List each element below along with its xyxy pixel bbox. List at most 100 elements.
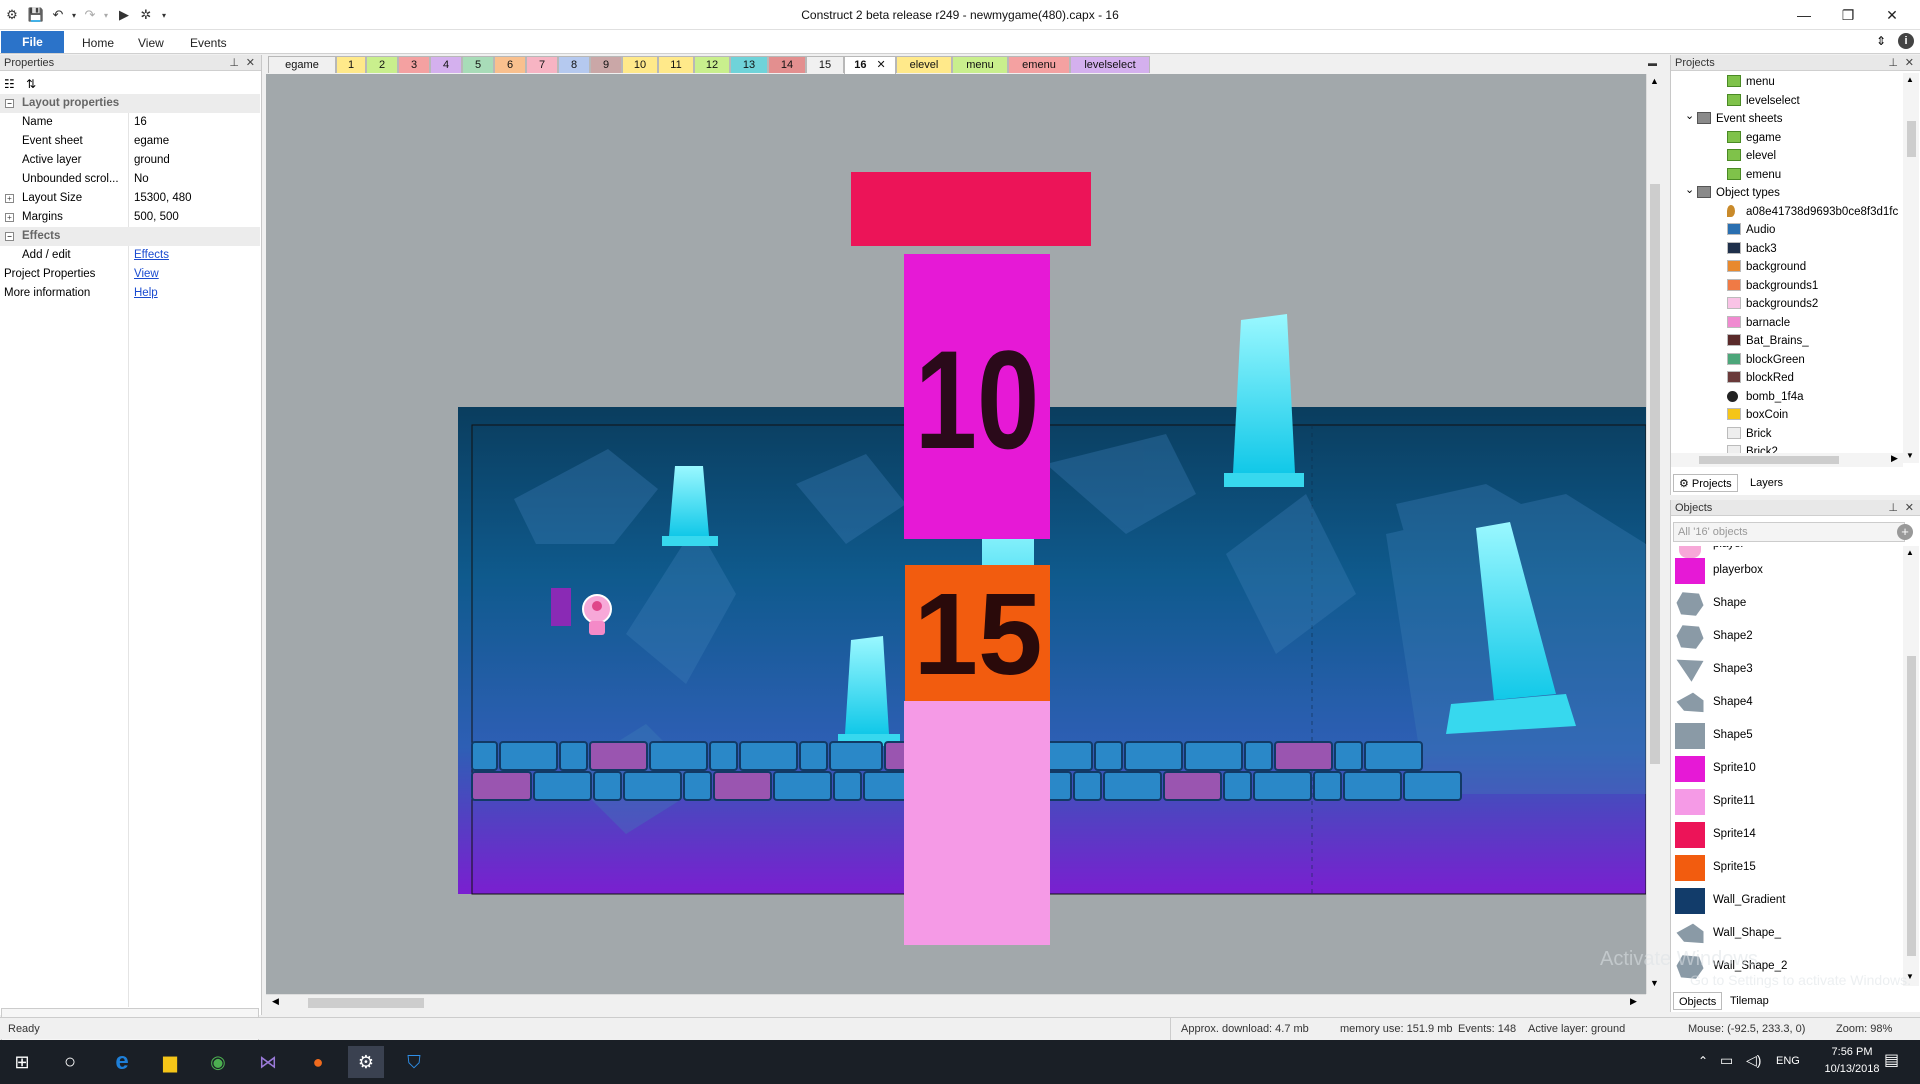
tree-item[interactable]: egame (1727, 129, 1781, 147)
tab-home[interactable]: Home (72, 33, 124, 53)
property-row[interactable]: + Layout Size 15300, 480 (0, 189, 260, 208)
property-row[interactable]: More information Help (0, 284, 260, 303)
tree-item[interactable]: levelselect (1727, 92, 1800, 110)
expand-arrow-icon[interactable]: ⌄ (1685, 107, 1694, 125)
tab-projects[interactable]: ⚙ Projects (1673, 474, 1738, 492)
expand-icon[interactable]: + (5, 213, 14, 222)
close-icon[interactable]: ✕ (1905, 500, 1914, 516)
close-button[interactable]: ✕ (1874, 4, 1910, 26)
property-link[interactable]: View (134, 265, 159, 284)
close-tab-icon[interactable]: ✕ (877, 59, 886, 71)
help-info-icon[interactable]: i (1898, 33, 1914, 49)
tab-events[interactable]: Events (180, 33, 237, 53)
sprite14[interactable] (851, 172, 1091, 246)
tree-hscroll-thumb[interactable] (1699, 456, 1839, 464)
property-row[interactable]: − Effects (0, 227, 260, 246)
layout-tab-emenu[interactable]: emenu (1008, 56, 1070, 73)
volume-icon[interactable]: ◁) (1746, 1052, 1761, 1069)
tree-item[interactable]: ⌄ Event sheets (1685, 110, 1782, 128)
scroll-up-icon[interactable]: ▲ (1906, 548, 1914, 557)
cortana-search-icon[interactable]: ○ (52, 1046, 88, 1078)
property-row[interactable]: Active layer ground (0, 151, 260, 170)
tab-list-dropdown-icon[interactable]: ▬ (1648, 58, 1657, 68)
property-row[interactable]: Unbounded scrol... No (0, 170, 260, 189)
layout-canvas[interactable]: 10 15 (266, 74, 1646, 994)
tab-view[interactable]: View (128, 33, 174, 53)
property-value[interactable]: 15300, 480 (134, 189, 192, 208)
layout-tab-4[interactable]: 4 (430, 56, 462, 73)
layout-tab-1[interactable]: 1 (336, 56, 366, 73)
start-windows-icon[interactable]: ⊞ (4, 1046, 40, 1078)
tree-item[interactable]: Brick (1727, 425, 1772, 443)
layout-tab-15[interactable]: 15 (806, 56, 844, 73)
property-value[interactable]: 16 (134, 113, 147, 132)
collapse-icon[interactable]: − (5, 232, 14, 241)
maximize-button[interactable]: ❐ (1830, 4, 1866, 26)
tree-vertical-scrollbar[interactable]: ▲ ▼ (1903, 73, 1919, 463)
chrome-browser-icon[interactable]: ◉ (200, 1046, 236, 1078)
property-row[interactable]: Project Properties View (0, 265, 260, 284)
property-value[interactable]: ground (134, 151, 170, 170)
tree-item[interactable]: back3 (1727, 240, 1777, 258)
player-box[interactable] (551, 588, 571, 626)
firefox-browser-icon[interactable]: ● (300, 1046, 336, 1078)
tree-item[interactable]: ⌄ Object types (1685, 184, 1780, 202)
file-menu-button[interactable]: File (1, 31, 64, 53)
categorized-sort-icon[interactable]: ☷ (4, 77, 15, 91)
network-icon[interactable]: ▭ (1720, 1052, 1733, 1069)
layout-tab-menu[interactable]: menu (952, 56, 1008, 73)
object-filter-input[interactable]: All '16' objects (1673, 522, 1905, 542)
layout-tab-12[interactable]: 12 (694, 56, 730, 73)
scroll-right-icon[interactable]: ▶ (1630, 996, 1637, 1007)
tree-item[interactable]: Bat_Brains_ (1727, 332, 1809, 350)
vertical-scroll-thumb[interactable] (1650, 184, 1660, 764)
layout-tab-7[interactable]: 7 (526, 56, 558, 73)
action-center-icon[interactable]: ▤ (1884, 1050, 1899, 1070)
expand-icon[interactable]: + (5, 194, 14, 203)
tree-item[interactable]: boxCoin (1727, 406, 1788, 424)
tree-item[interactable]: Audio (1727, 221, 1775, 239)
layout-tab-egame[interactable]: egame (268, 56, 336, 73)
canvas-vertical-scrollbar[interactable]: ▲ ▼ (1646, 74, 1662, 994)
property-row[interactable]: Add / edit Effects (0, 246, 260, 265)
canvas-horizontal-scrollbar[interactable]: ◀ ▶ (266, 994, 1646, 1010)
layout-tab-14[interactable]: 14 (768, 56, 806, 73)
layout-tab-10[interactable]: 10 (622, 56, 658, 73)
scroll-up-icon[interactable]: ▲ (1906, 75, 1914, 84)
scroll-up-icon[interactable]: ▲ (1650, 76, 1659, 86)
tree-scroll-thumb[interactable] (1907, 121, 1916, 157)
property-row[interactable]: Event sheet egame (0, 132, 260, 151)
tree-item[interactable]: bomb_1f4a (1727, 388, 1804, 406)
clock-date[interactable]: 10/13/2018 (1822, 1063, 1882, 1075)
tree-item[interactable]: backgrounds2 (1727, 295, 1818, 313)
tree-item[interactable]: blockRed (1727, 369, 1794, 387)
layout-tab-13[interactable]: 13 (730, 56, 768, 73)
scroll-left-icon[interactable]: ◀ (272, 996, 279, 1007)
tab-layers[interactable]: Layers (1745, 474, 1788, 492)
visual-studio-icon[interactable]: ⋈ (250, 1046, 286, 1078)
property-link[interactable]: Effects (134, 246, 169, 265)
tree-item[interactable]: a08e41738d9693b0ce8f3d1fc (1727, 203, 1898, 221)
pin-icon[interactable]: ⊥ (1888, 500, 1898, 516)
minimize-button[interactable]: — (1786, 4, 1822, 26)
tree-item[interactable]: menu (1727, 73, 1775, 91)
property-row[interactable]: Name 16 (0, 113, 260, 132)
layout-tab-levelselect[interactable]: levelselect (1070, 56, 1150, 73)
collapse-icon[interactable]: − (5, 99, 14, 108)
clock-time[interactable]: 7:56 PM (1822, 1046, 1882, 1058)
scroll-down-icon[interactable]: ▼ (1650, 978, 1659, 988)
expand-arrow-icon[interactable]: ⌄ (1685, 181, 1694, 199)
scroll-right-icon[interactable]: ▶ (1891, 453, 1898, 464)
layout-tab-3[interactable]: 3 (398, 56, 430, 73)
property-value[interactable]: No (134, 170, 149, 189)
add-object-icon[interactable]: + (1897, 524, 1913, 540)
layout-tab-11[interactable]: 11 (658, 56, 694, 73)
layout-tab-elevel[interactable]: elevel (896, 56, 952, 73)
tree-item[interactable]: backgrounds1 (1727, 277, 1818, 295)
show-hidden-icons-icon[interactable]: ⌃ (1698, 1054, 1708, 1068)
alphabetical-sort-icon[interactable]: ⇅ (26, 77, 36, 91)
tab-tilemap[interactable]: Tilemap (1725, 992, 1774, 1010)
property-value[interactable]: 500, 500 (134, 208, 179, 227)
tree-item[interactable]: barnacle (1727, 314, 1790, 332)
shield-app-icon[interactable]: ⛉ (396, 1046, 432, 1078)
